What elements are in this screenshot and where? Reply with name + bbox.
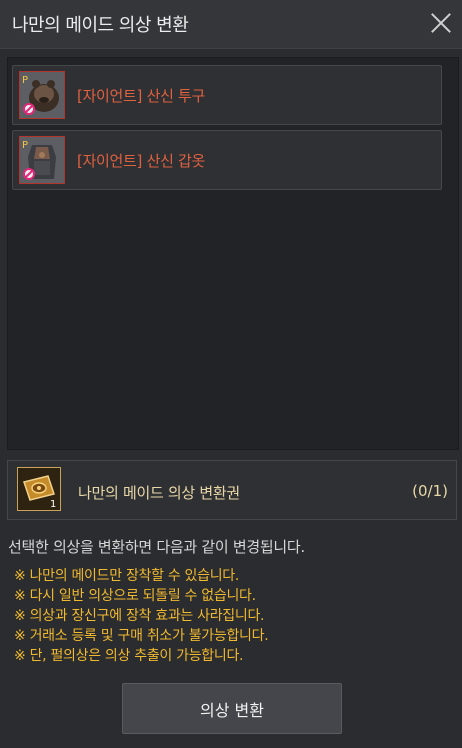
premium-badge: P bbox=[22, 75, 28, 86]
helmet-icon: P bbox=[19, 71, 65, 119]
note-line: ※ 거래소 등록 및 구매 취소가 불가능합니다. bbox=[14, 628, 269, 644]
note-line: ※ 단, 펄의상은 의상 추출이 가능합니다. bbox=[14, 648, 244, 664]
ticket-count: (0/1) bbox=[412, 482, 448, 500]
armor-icon: P bbox=[19, 136, 65, 184]
ticket-name: 나만의 메이드 의상 변환권 bbox=[78, 484, 240, 502]
list-item[interactable]: P [자이언트] 산신 갑옷 bbox=[12, 130, 442, 190]
description-text: 선택한 의상을 변환하면 다음과 같이 변경됩니다. bbox=[8, 538, 305, 556]
warning-notes: ※ 나만의 메이드만 장착할 수 있습니다. ※ 다시 일반 의상으로 되돌릴 … bbox=[14, 566, 269, 666]
costume-list: P [자이언트] 산신 투구 P [자이언트] 산신 갑옷 bbox=[7, 57, 459, 450]
costume-convert-window: 나만의 메이드 의상 변환 P [자이언트] 산신 투구 P [자이언트] 산신… bbox=[0, 0, 462, 748]
note-line: ※ 다시 일반 의상으로 되돌릴 수 없습니다. bbox=[14, 588, 256, 604]
close-icon[interactable] bbox=[430, 12, 452, 34]
item-name: [자이언트] 산신 투구 bbox=[77, 87, 206, 105]
title-bar: 나만의 메이드 의상 변환 bbox=[0, 0, 462, 49]
note-line: ※ 의상과 장신구에 장착 효과는 사라집니다. bbox=[14, 608, 265, 624]
premium-badge: P bbox=[22, 140, 28, 151]
convert-costume-button[interactable]: 의상 변환 bbox=[122, 683, 342, 734]
item-name: [자이언트] 산신 갑옷 bbox=[77, 152, 206, 170]
ticket-icon: 1 bbox=[17, 467, 61, 511]
ticket-stack-count: 1 bbox=[50, 499, 56, 510]
note-line: ※ 나만의 메이드만 장착할 수 있습니다. bbox=[14, 568, 240, 584]
conversion-ticket-row: 1 나만의 메이드 의상 변환권 (0/1) bbox=[7, 460, 457, 520]
window-title: 나만의 메이드 의상 변환 bbox=[12, 15, 189, 36]
list-item[interactable]: P [자이언트] 산신 투구 bbox=[12, 65, 442, 125]
